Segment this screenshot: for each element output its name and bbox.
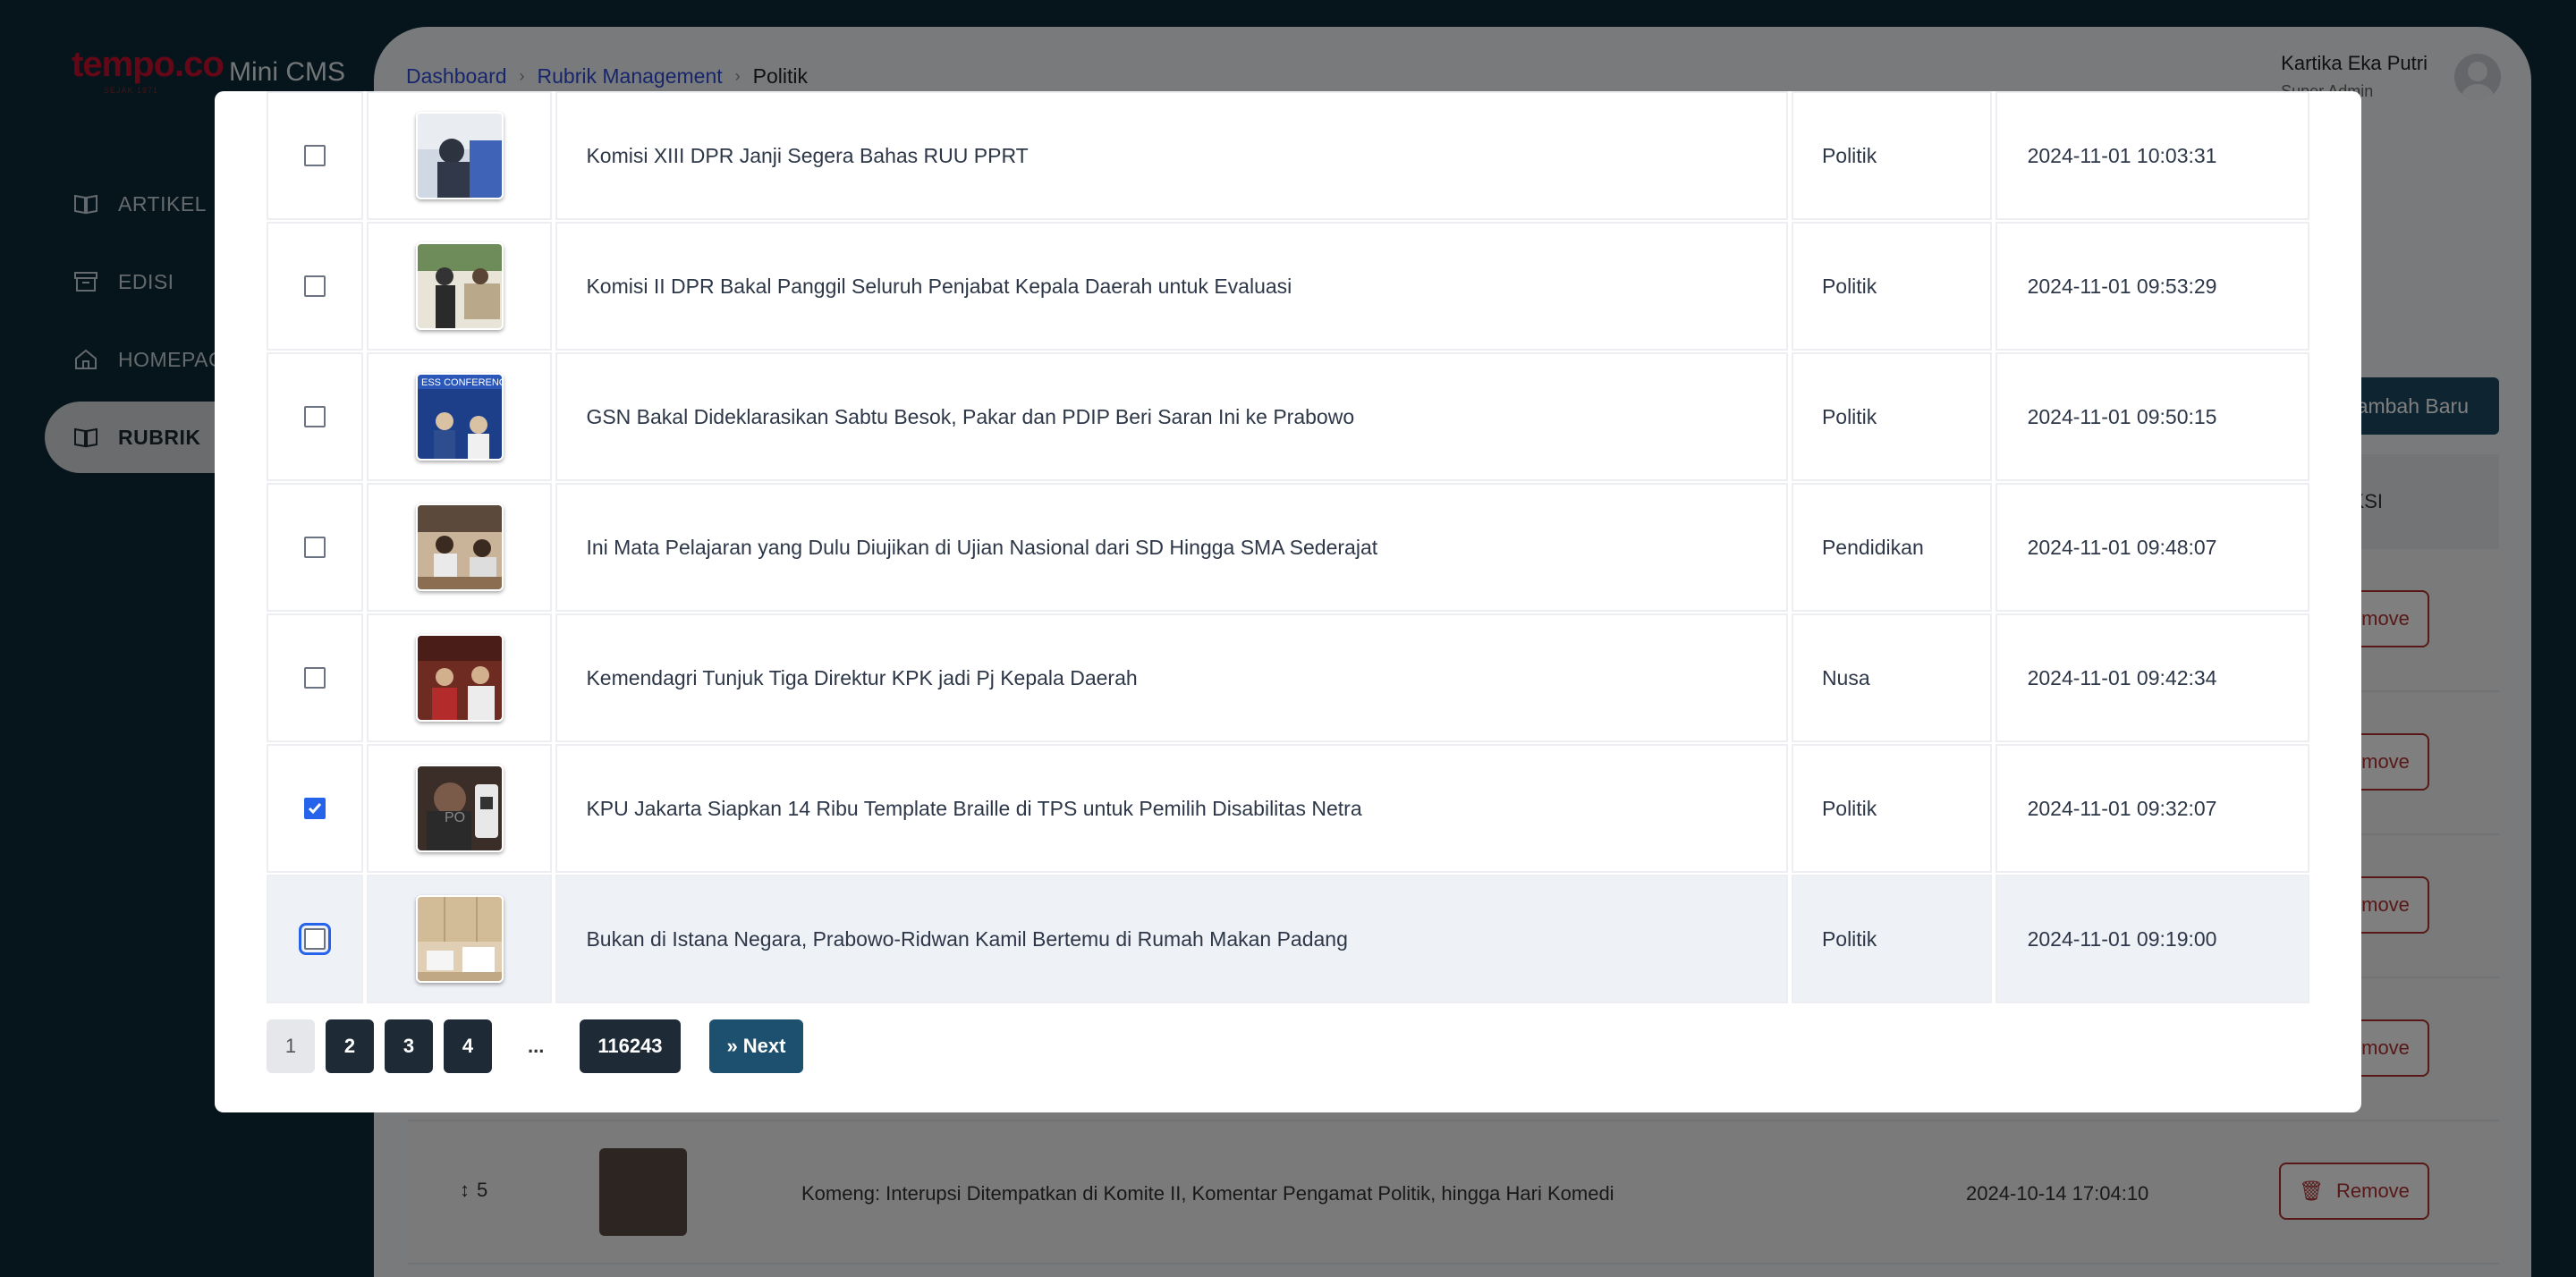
article-date: 2024-11-01 09:19:00 [1995,875,2310,1003]
table-row[interactable]: Kemendagri Tunjuk Tiga Direktur KPK jadi… [267,613,2310,744]
article-category: Politik [1791,222,1992,351]
row-checkbox[interactable] [303,275,326,297]
next-page-button[interactable]: » Next [708,1019,804,1073]
table-row[interactable]: Komisi II DPR Bakal Panggil Seluruh Penj… [267,222,2310,352]
double-chevron-right-icon: » [726,1035,738,1057]
svg-text:ESS CONFERENC: ESS CONFERENC [421,377,504,388]
article-date: 2024-11-01 09:42:34 [1995,613,2310,742]
article-title: Komisi II DPR Bakal Panggil Seluruh Penj… [555,222,1788,351]
article-date: 2024-11-01 09:50:15 [1995,352,2310,481]
article-thumbnail: ESS CONFERENC [415,373,504,461]
article-picker-table: Komisi XIII DPR Janji Segera Bahas RUU P… [267,91,2310,1005]
table-row[interactable]: ESS CONFERENC GSN Bakal Dideklarasikan S… [267,352,2310,483]
svg-text:PO: PO [445,810,465,825]
page-button-3[interactable]: 3 [385,1019,433,1073]
row-checkbox[interactable] [303,406,326,427]
article-category: Nusa [1791,613,1992,742]
row-checkbox[interactable] [303,798,326,819]
article-category: Pendidikan [1791,483,1992,612]
table-row[interactable]: Komisi XIII DPR Janji Segera Bahas RUU P… [267,91,2310,222]
checkmark-icon [308,803,322,815]
article-thumbnail [415,242,504,330]
row-checkbox[interactable] [303,537,326,558]
article-thumbnail [415,634,504,722]
article-thumbnail [415,503,504,591]
article-title: Komisi XIII DPR Janji Segera Bahas RUU P… [555,91,1788,220]
pagination: 1 2 3 4 ... 116243 » Next [267,1019,804,1073]
article-picker-modal: Komisi XIII DPR Janji Segera Bahas RUU P… [215,91,2361,1112]
pagination-ellipsis: ... [528,1035,545,1057]
article-date: 2024-11-01 09:53:29 [1995,222,2310,351]
page-button-1[interactable]: 1 [267,1019,315,1073]
article-title: Kemendagri Tunjuk Tiga Direktur KPK jadi… [555,613,1788,742]
article-category: Politik [1791,875,1992,1003]
article-thumbnail: PO [415,765,504,852]
article-title: KPU Jakarta Siapkan 14 Ribu Template Bra… [555,744,1788,873]
page-button-last[interactable]: 116243 [580,1019,681,1073]
row-checkbox[interactable] [298,923,331,955]
article-category: Politik [1791,352,1992,481]
row-checkbox[interactable] [303,667,326,689]
article-category: Politik [1791,744,1992,873]
table-row[interactable]: Ini Mata Pelajaran yang Dulu Diujikan di… [267,483,2310,613]
table-row[interactable]: Bukan di Istana Negara, Prabowo-Ridwan K… [267,875,2310,1005]
article-date: 2024-11-01 09:48:07 [1995,483,2310,612]
row-checkbox[interactable] [303,145,326,166]
article-thumbnail [415,112,504,199]
next-label: Next [742,1035,786,1057]
article-category: Politik [1791,91,1992,220]
page-button-4[interactable]: 4 [444,1019,492,1073]
article-thumbnail [415,895,504,983]
article-date: 2024-11-01 10:03:31 [1995,91,2310,220]
page-button-2[interactable]: 2 [326,1019,374,1073]
article-date: 2024-11-01 09:32:07 [1995,744,2310,873]
article-title: Bukan di Istana Negara, Prabowo-Ridwan K… [555,875,1788,1003]
table-row[interactable]: PO KPU Jakarta Siapkan 14 Ribu Template … [267,744,2310,875]
article-title: Ini Mata Pelajaran yang Dulu Diujikan di… [555,483,1788,612]
article-title: GSN Bakal Dideklarasikan Sabtu Besok, Pa… [555,352,1788,481]
